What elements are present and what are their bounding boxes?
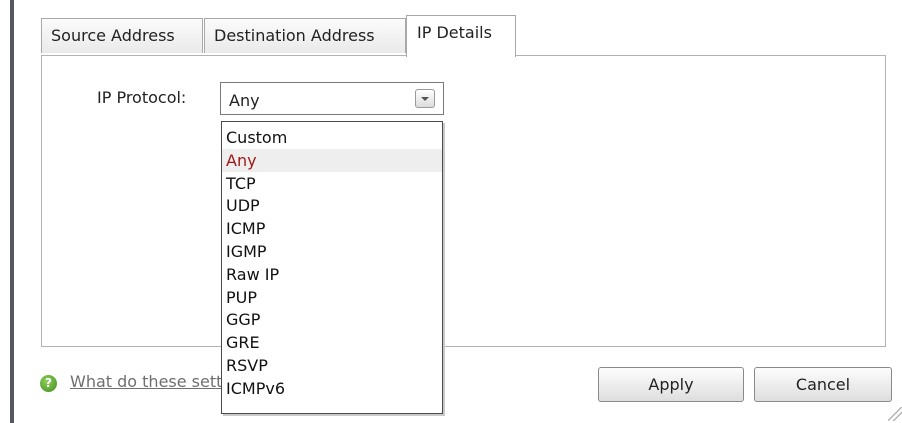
tab-source-address[interactable]: Source Address xyxy=(41,18,203,53)
help-question-icon[interactable]: ? xyxy=(40,375,57,392)
option-raw-ip[interactable]: Raw IP xyxy=(222,263,442,286)
left-border xyxy=(10,0,14,423)
apply-button[interactable]: Apply xyxy=(598,367,744,402)
option-any[interactable]: Any xyxy=(222,148,442,172)
option-igmp[interactable]: IGMP xyxy=(222,240,442,263)
resize-grip-icon[interactable] xyxy=(888,407,902,421)
option-ggp[interactable]: GGP xyxy=(222,308,442,331)
ip-protocol-select[interactable]: Any xyxy=(220,82,444,115)
tab-ip-details[interactable]: IP Details xyxy=(406,15,516,57)
option-tcp[interactable]: TCP xyxy=(222,172,442,195)
option-custom[interactable]: Custom xyxy=(222,126,442,149)
option-udp[interactable]: UDP xyxy=(222,194,442,217)
ip-protocol-value: Any xyxy=(229,91,260,110)
ip-protocol-label: IP Protocol: xyxy=(97,88,187,107)
ip-protocol-dropdown[interactable]: Custom Any TCP UDP ICMP IGMP Raw IP PUP … xyxy=(221,121,443,414)
tab-destination-address[interactable]: Destination Address xyxy=(204,18,406,53)
option-icmpv6[interactable]: ICMPv6 xyxy=(222,377,442,400)
help-link[interactable]: What do these settings mean? xyxy=(70,372,221,391)
option-gre[interactable]: GRE xyxy=(222,331,442,354)
option-icmp[interactable]: ICMP xyxy=(222,217,442,240)
chevron-down-icon[interactable] xyxy=(415,89,435,108)
option-pup[interactable]: PUP xyxy=(222,286,442,309)
option-rsvp[interactable]: RSVP xyxy=(222,354,442,377)
cancel-button[interactable]: Cancel xyxy=(754,367,892,402)
